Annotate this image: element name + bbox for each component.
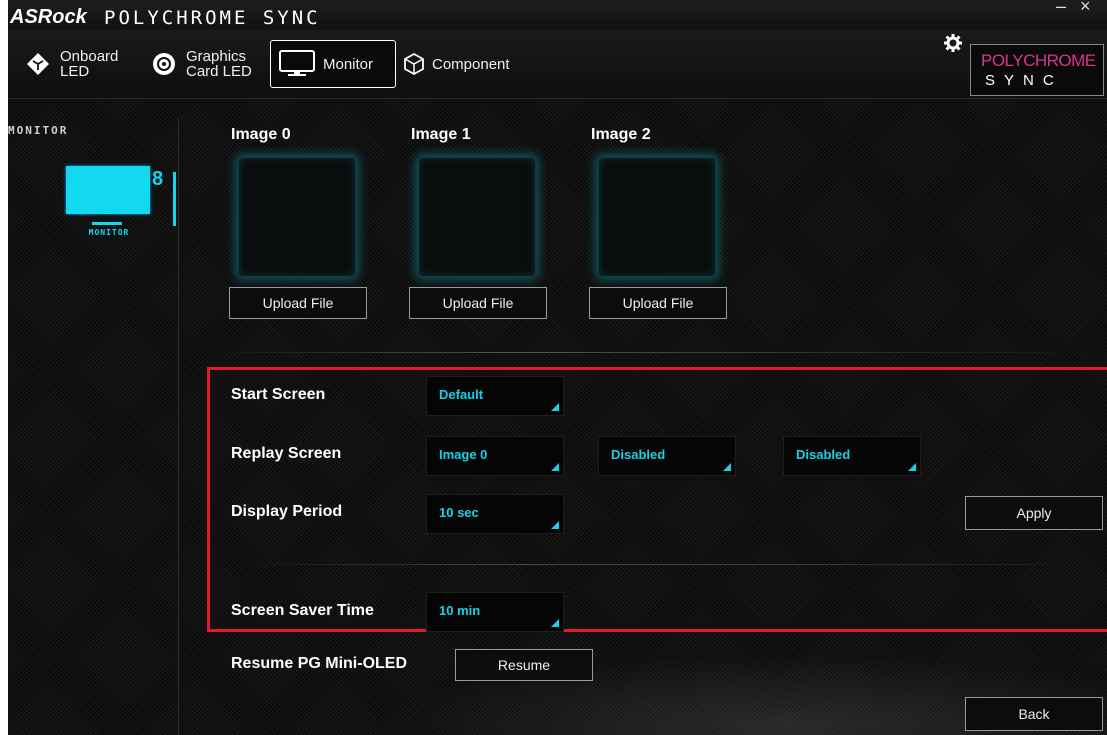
replay-screen-dropdown-3[interactable]: Disabled — [783, 436, 921, 476]
image-1-preview[interactable] — [418, 157, 536, 277]
display-period-label: Display Period — [231, 503, 343, 520]
upload-file-button-0[interactable]: Upload File — [229, 287, 367, 319]
start-screen-value: Default — [439, 387, 484, 402]
dropdown-arrow-icon — [723, 463, 731, 471]
back-button[interactable]: Back — [965, 697, 1103, 731]
image-2-title: Image 2 — [591, 126, 651, 143]
nav-graphics-line2: Card LED — [186, 63, 252, 80]
sidebar-title: MONITOR — [8, 124, 69, 137]
screen-saver-time-value: 10 min — [439, 603, 481, 618]
monitor-icon — [279, 50, 315, 78]
dropdown-arrow-icon — [551, 619, 559, 627]
component-cube-icon — [400, 50, 428, 78]
polychrome-sync-logo: POLYCHROME SYNC — [970, 44, 1104, 96]
minimize-button[interactable]: – — [1056, 0, 1066, 17]
resume-button[interactable]: Resume — [455, 649, 593, 681]
panel-divider — [241, 564, 1096, 565]
title-bar: ASRock POLYCHROME SYNC – × — [8, 0, 1107, 30]
screen-saver-time-label: Screen Saver Time — [231, 602, 374, 619]
monitor-device-icon — [66, 166, 150, 214]
dropdown-arrow-icon — [551, 521, 559, 529]
nav-onboard-line2: LED — [60, 63, 90, 80]
replay-screen-value-2: Disabled — [611, 447, 666, 462]
replay-screen-label: Replay Screen — [231, 445, 342, 462]
app-window: ASRock POLYCHROME SYNC – × Onboard LED Gr… — [8, 0, 1107, 735]
logo-polychrome: POLYCHROME — [981, 51, 1096, 70]
selected-indicator — [173, 172, 176, 226]
apply-button[interactable]: Apply — [965, 496, 1103, 530]
link-icon: 8 — [152, 168, 164, 190]
device-label: MONITOR — [88, 228, 130, 237]
resume-pg-mini-oled-label: Resume PG Mini-OLED — [231, 655, 408, 672]
image-1-title: Image 1 — [411, 126, 471, 143]
upload-file-button-2[interactable]: Upload File — [589, 287, 727, 319]
nav-component[interactable]: Component — [400, 40, 510, 88]
display-period-dropdown[interactable]: 10 sec — [426, 494, 564, 534]
screen-saver-time-dropdown[interactable]: 10 min — [426, 592, 564, 632]
image-0-title: Image 0 — [231, 126, 291, 143]
section-divider — [213, 352, 1107, 353]
gear-icon[interactable] — [944, 34, 962, 57]
display-period-value: 10 sec — [439, 505, 479, 520]
asrock-logo: ASRock — [10, 6, 87, 28]
onboard-led-icon — [24, 50, 52, 78]
monitor-stand — [92, 214, 122, 225]
logo-sync: SYNC — [985, 72, 1063, 89]
app-title: POLYCHROME SYNC — [104, 7, 321, 29]
upload-file-button-1[interactable]: Upload File — [409, 287, 547, 319]
start-screen-dropdown[interactable]: Default — [426, 376, 564, 416]
dropdown-arrow-icon — [908, 463, 916, 471]
nav-onboard-led[interactable]: Onboard LED — [24, 40, 118, 88]
nav-monitor[interactable]: Monitor — [270, 40, 396, 88]
dropdown-arrow-icon — [551, 463, 559, 471]
image-0-preview[interactable] — [238, 157, 356, 277]
sidebar-device-monitor[interactable]: MONITOR 8 — [64, 160, 168, 244]
replay-screen-value-3: Disabled — [796, 447, 851, 462]
nav-component-label: Component — [432, 55, 510, 73]
replay-screen-dropdown-2[interactable]: Disabled — [598, 436, 736, 476]
replay-screen-dropdown-1[interactable]: Image 0 — [426, 436, 564, 476]
graphics-card-icon — [150, 50, 178, 78]
top-nav: Onboard LED Graphics Card LED Monitor Comp… — [8, 30, 1107, 99]
sidebar-divider — [178, 118, 179, 735]
nav-graphics-card-led[interactable]: Graphics Card LED — [150, 40, 252, 88]
nav-monitor-label: Monitor — [323, 55, 374, 73]
image-2-preview[interactable] — [598, 157, 716, 277]
start-screen-label: Start Screen — [231, 386, 326, 403]
replay-screen-value-1: Image 0 — [439, 447, 488, 462]
dropdown-arrow-icon — [551, 403, 559, 411]
close-button[interactable]: × — [1080, 0, 1091, 17]
